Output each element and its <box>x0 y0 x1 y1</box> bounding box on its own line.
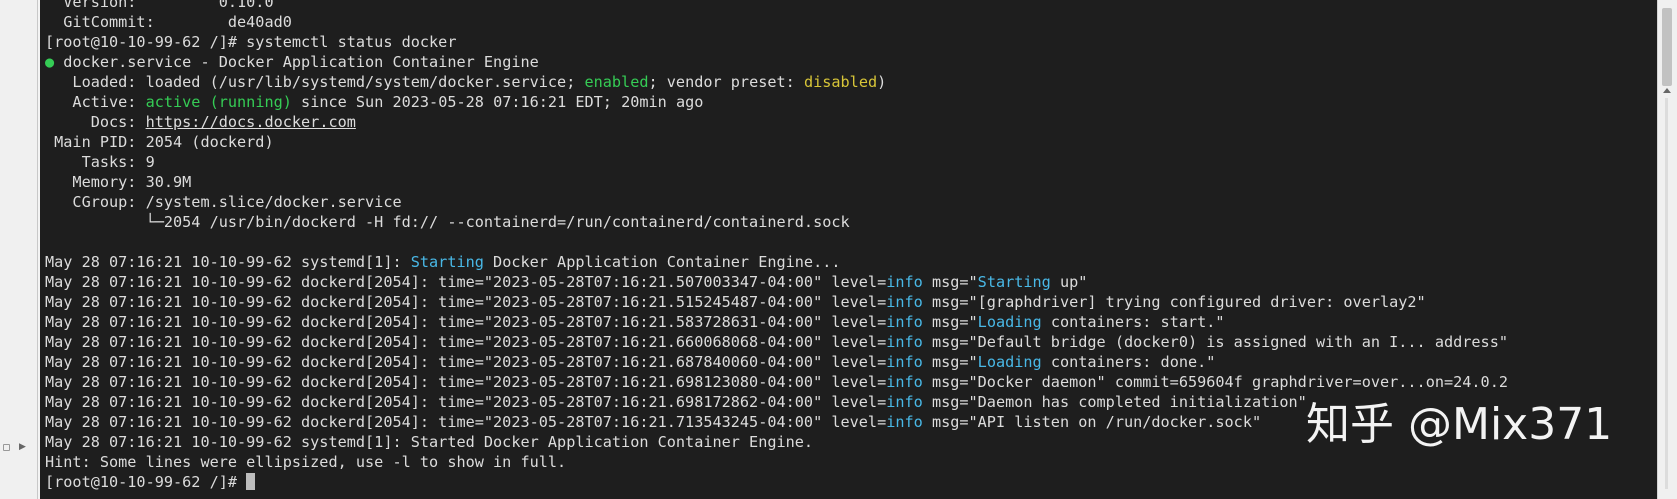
terminal-line: May 28 07:16:21 10-10-99-62 systemd[1]: … <box>45 252 1650 272</box>
terminal-text: info <box>886 273 923 291</box>
terminal-text: info <box>886 393 923 411</box>
terminal-line: May 28 07:16:21 10-10-99-62 dockerd[2054… <box>45 372 1650 392</box>
chevron-up-icon[interactable] <box>1663 88 1671 93</box>
terminal-text: May 28 07:16:21 10-10-99-62 dockerd[2054… <box>45 353 887 371</box>
terminal-line: May 28 07:16:21 10-10-99-62 dockerd[2054… <box>45 332 1650 352</box>
terminal-text: [root@10-10-99-62 /]# <box>45 473 247 491</box>
left-gutter: ▶ <box>0 0 38 499</box>
docs-link[interactable]: https://docs.docker.com <box>146 113 356 131</box>
terminal-line: Memory: 30.9M <box>45 172 1650 192</box>
terminal-text: Hint: Some lines were ellipsized, use -l… <box>45 453 567 471</box>
terminal-text: Active: <box>45 93 146 111</box>
terminal-text: ● <box>45 53 55 71</box>
terminal-line: └─2054 /usr/bin/dockerd -H fd:// --conta… <box>45 212 1650 232</box>
terminal-line: [root@10-10-99-62 /]# systemctl status d… <box>45 32 1650 52</box>
terminal-text: Starting <box>410 253 484 271</box>
terminal-text: up" <box>1050 273 1088 291</box>
terminal-text: CGroup: /system.slice/docker.service <box>45 193 402 211</box>
terminal-text: info <box>886 373 923 391</box>
terminal-text: disabled <box>803 73 878 91</box>
terminal-text: May 28 07:16:21 10-10-99-62 dockerd[2054… <box>45 413 887 431</box>
terminal-text: Tasks: 9 <box>45 153 155 171</box>
terminal-line: Tasks: 9 <box>45 152 1650 172</box>
terminal-line: ● docker.service - Docker Application Co… <box>45 52 1650 72</box>
chevron-right-icon[interactable]: ▶ <box>19 442 26 452</box>
terminal-text: └─2054 /usr/bin/dockerd -H fd:// --conta… <box>45 213 850 231</box>
terminal-text: May 28 07:16:21 10-10-99-62 dockerd[2054… <box>45 333 887 351</box>
terminal-text: enabled <box>584 73 649 91</box>
terminal-text: msg="Docker daemon" commit=659604f graph… <box>922 373 1508 391</box>
terminal-text: Version: 0.10.0 <box>45 0 274 11</box>
terminal-text: Loaded: loaded (/usr/lib/systemd/system/… <box>45 73 585 91</box>
terminal-text: info <box>886 413 923 431</box>
terminal-text: active (running) <box>145 93 292 111</box>
terminal-line: CGroup: /system.slice/docker.service <box>45 192 1650 212</box>
terminal-line: Main PID: 2054 (dockerd) <box>45 132 1650 152</box>
terminal-text: since Sun 2023-05-28 07:16:21 EDT; 20min… <box>291 93 704 111</box>
terminal-text: msg="Daemon has completed initialization… <box>922 393 1307 411</box>
terminal-text: May 28 07:16:21 10-10-99-62 systemd[1]: … <box>45 433 814 451</box>
terminal-text: ; vendor preset: <box>648 73 804 91</box>
terminal-text: May 28 07:16:21 10-10-99-62 systemd[1]: <box>45 253 411 271</box>
terminal-text: containers: done." <box>1041 353 1216 371</box>
terminal-text: GitCommit: de40ad0 <box>45 13 292 31</box>
terminal-line: May 28 07:16:21 10-10-99-62 dockerd[2054… <box>45 292 1650 312</box>
terminal-text: info <box>886 313 923 331</box>
terminal-text: info <box>886 353 923 371</box>
terminal-text: containers: start." <box>1041 313 1225 331</box>
terminal-text: msg="Default bridge (docker0) is assigne… <box>922 333 1508 351</box>
watermark: 知乎 @Mix371 <box>1306 399 1613 450</box>
terminal-line: GitCommit: de40ad0 <box>45 12 1650 32</box>
terminal-line: [root@10-10-99-62 /]# <box>45 472 1650 492</box>
terminal-line: May 28 07:16:21 10-10-99-62 dockerd[2054… <box>45 272 1650 292</box>
terminal-text: msg=" <box>922 353 978 371</box>
terminal-text: docker.service - Docker Application Cont… <box>54 53 539 71</box>
terminal-text: Starting <box>977 273 1051 291</box>
terminal-text: May 28 07:16:21 10-10-99-62 dockerd[2054… <box>45 273 887 291</box>
terminal-text: Docs: <box>45 113 146 131</box>
terminal-line: Hint: Some lines were ellipsized, use -l… <box>45 452 1650 472</box>
terminal-text: Main PID: 2054 (dockerd) <box>45 133 274 151</box>
terminal-text: msg=" <box>922 313 978 331</box>
terminal-text: info <box>886 293 923 311</box>
terminal-text: msg="[graphdriver] trying configured dri… <box>922 293 1426 311</box>
terminal-line: May 28 07:16:21 10-10-99-62 dockerd[2054… <box>45 312 1650 332</box>
terminal-line: May 28 07:16:21 10-10-99-62 dockerd[2054… <box>45 352 1650 372</box>
terminal-text: Loading <box>977 353 1042 371</box>
terminal-text: msg=" <box>922 273 978 291</box>
gutter-marker-icon <box>3 444 10 451</box>
terminal-text: ) <box>877 73 887 91</box>
terminal-text: [root@10-10-99-62 /]# systemctl status d… <box>45 33 457 51</box>
terminal-text: info <box>886 333 923 351</box>
terminal-text: May 28 07:16:21 10-10-99-62 dockerd[2054… <box>45 373 887 391</box>
block-cursor-icon <box>246 473 256 490</box>
terminal-text: msg="API listen on /run/docker.sock" <box>922 413 1262 431</box>
vertical-scrollbar[interactable] <box>1657 0 1677 499</box>
terminal-text: Docker Application Container Engine... <box>483 253 841 271</box>
terminal-line: Docs: https://docs.docker.com <box>45 112 1650 132</box>
terminal-text: May 28 07:16:21 10-10-99-62 dockerd[2054… <box>45 393 887 411</box>
terminal-text: Loading <box>977 313 1042 331</box>
terminal-text: May 28 07:16:21 10-10-99-62 dockerd[2054… <box>45 313 887 331</box>
terminal-line: Active: active (running) since Sun 2023-… <box>45 92 1650 112</box>
scrollbar-thumb[interactable] <box>1662 8 1672 86</box>
terminal-text: May 28 07:16:21 10-10-99-62 dockerd[2054… <box>45 293 887 311</box>
terminal-line: Version: 0.10.0 <box>45 0 1650 12</box>
scrollbar-track[interactable] <box>1665 98 1668 489</box>
terminal-text: Memory: 30.9M <box>45 173 192 191</box>
terminal-line: Loaded: loaded (/usr/lib/systemd/system/… <box>45 72 1650 92</box>
